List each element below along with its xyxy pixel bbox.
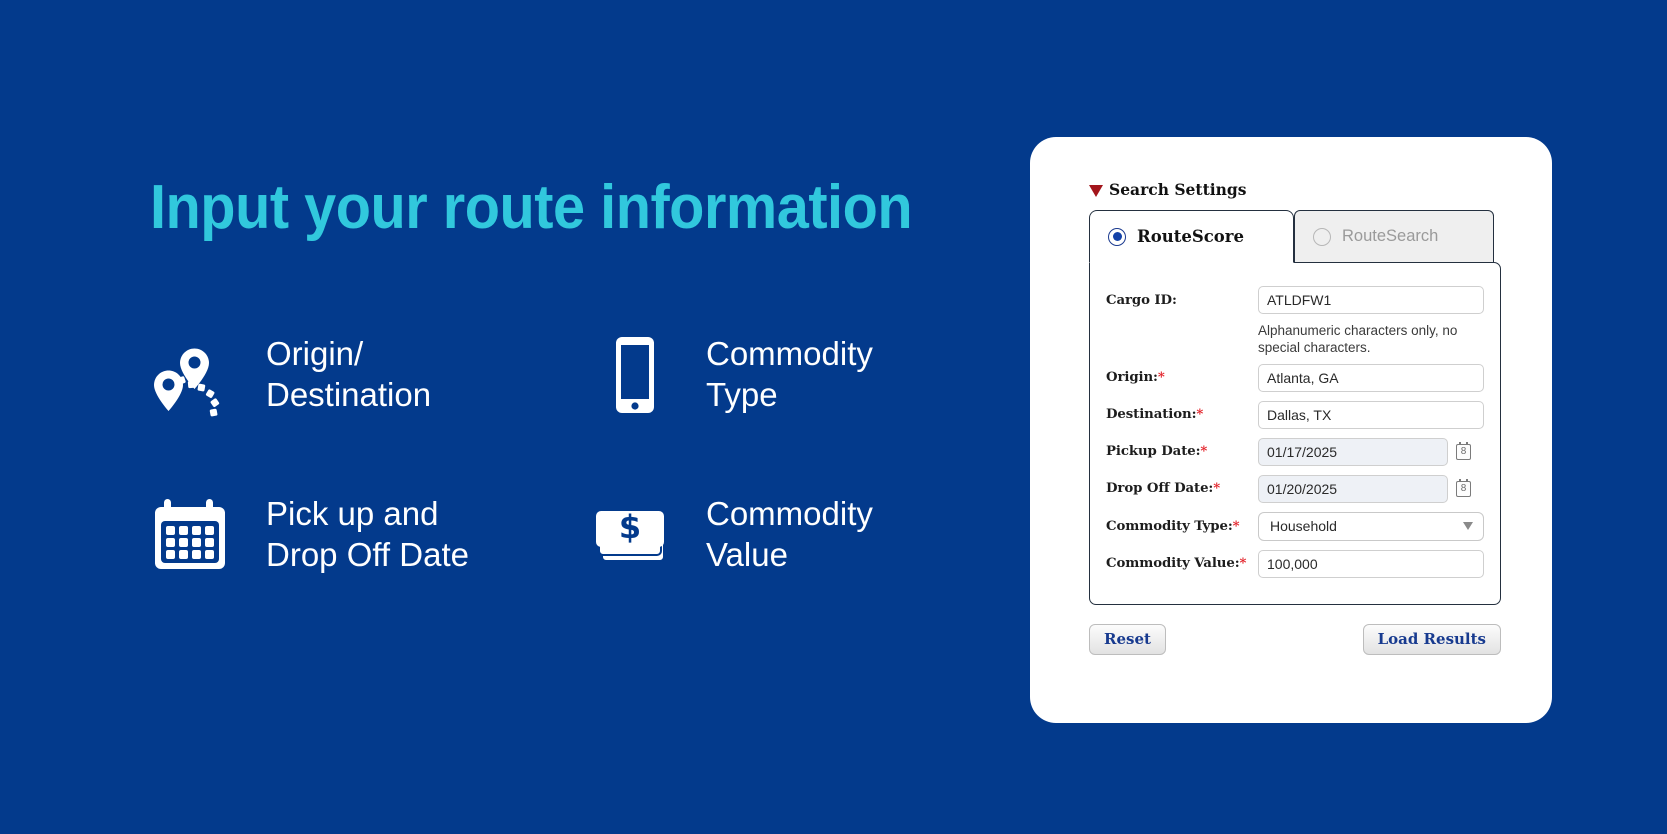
cargo-id-input[interactable] bbox=[1258, 286, 1484, 314]
feature-label: Commodity Type bbox=[706, 335, 873, 413]
pickup-date-input[interactable] bbox=[1258, 437, 1448, 466]
commodity-value-input[interactable] bbox=[1258, 549, 1484, 578]
destination-label: Destination:* bbox=[1106, 407, 1258, 422]
form-actions: Reset Load Results bbox=[1089, 623, 1501, 655]
destination-label-text: Destination: bbox=[1106, 407, 1197, 423]
commodity-value-label: Commodity Value:* bbox=[1106, 556, 1258, 571]
feature-commodity-value: $ Commodity Value bbox=[590, 455, 940, 615]
field-row-origin: Origin:* bbox=[1106, 363, 1484, 392]
search-form-panel: Cargo ID: Alphanumeric characters only, … bbox=[1089, 262, 1501, 605]
page-title: Input your route information bbox=[150, 173, 913, 242]
pickup-date-label: Pickup Date:* bbox=[1106, 444, 1258, 459]
tab-routesearch[interactable]: RouteSearch bbox=[1294, 210, 1494, 263]
calendar-picker-icon[interactable] bbox=[1456, 441, 1471, 460]
required-asterisk: * bbox=[1196, 407, 1204, 423]
feature-origin-destination: Origin/ Destination bbox=[150, 295, 590, 455]
reset-button[interactable]: Reset bbox=[1089, 623, 1166, 655]
tab-label: RouteScore bbox=[1137, 227, 1244, 246]
cargo-id-helper-text: Alphanumeric characters only, no special… bbox=[1258, 323, 1458, 355]
mobile-phone-icon bbox=[590, 325, 680, 425]
radio-unselected-icon[interactable] bbox=[1313, 227, 1331, 246]
commodity-type-select[interactable]: Household bbox=[1258, 511, 1484, 541]
tab-list: RouteScore RouteSearch bbox=[1089, 210, 1501, 263]
commodity-type-value: Household bbox=[1270, 518, 1337, 535]
radio-selected-icon[interactable] bbox=[1108, 227, 1126, 246]
required-asterisk: * bbox=[1157, 370, 1165, 386]
red-triangle-icon[interactable] bbox=[1089, 184, 1103, 197]
tab-label: RouteSearch bbox=[1342, 227, 1439, 245]
field-row-destination: Destination:* bbox=[1106, 400, 1484, 429]
feature-pickup-dropoff-date: Pick up and Drop Off Date bbox=[150, 455, 590, 615]
field-row-dropoff-date: Drop Off Date:* bbox=[1106, 474, 1484, 503]
search-settings-card: Search Settings RouteScore RouteSearch C… bbox=[1030, 137, 1552, 723]
search-settings-header: Search Settings bbox=[1089, 180, 1501, 199]
dropoff-date-label-text: Drop Off Date: bbox=[1106, 481, 1214, 497]
required-asterisk: * bbox=[1239, 556, 1247, 572]
feature-label: Commodity Value bbox=[706, 495, 873, 573]
field-row-commodity-type: Commodity Type:* Household bbox=[1106, 511, 1484, 541]
chevron-down-icon[interactable] bbox=[1463, 522, 1473, 531]
commodity-type-label-text: Commodity Type: bbox=[1106, 518, 1233, 534]
destination-input[interactable] bbox=[1258, 400, 1484, 429]
commodity-type-label: Commodity Type:* bbox=[1106, 519, 1258, 534]
dropoff-date-label: Drop Off Date:* bbox=[1106, 481, 1258, 496]
field-row-pickup-date: Pickup Date:* bbox=[1106, 437, 1484, 466]
section-title: Search Settings bbox=[1109, 180, 1247, 199]
feature-label: Origin/ Destination bbox=[266, 335, 432, 413]
origin-input[interactable] bbox=[1258, 363, 1484, 392]
load-results-button[interactable]: Load Results bbox=[1362, 623, 1501, 655]
route-pins-icon bbox=[150, 325, 240, 425]
svg-text:$: $ bbox=[619, 508, 641, 546]
cargo-id-label: Cargo ID: bbox=[1106, 292, 1177, 308]
origin-label-text: Origin: bbox=[1106, 370, 1158, 386]
feature-label: Pick up and Drop Off Date bbox=[266, 495, 469, 573]
commodity-value-label-text: Commodity Value: bbox=[1106, 556, 1240, 572]
origin-label: Origin:* bbox=[1106, 370, 1258, 385]
field-row-cargo-id: Cargo ID: bbox=[1106, 286, 1484, 314]
calendar-picker-icon[interactable] bbox=[1456, 478, 1471, 497]
feature-commodity-type: Commodity Type bbox=[590, 295, 940, 455]
promo-section: Input your route information Origin/ Des… bbox=[0, 0, 1000, 834]
cash-dollar-icon: $ bbox=[590, 485, 680, 585]
calendar-icon bbox=[150, 485, 240, 585]
required-asterisk: * bbox=[1200, 444, 1208, 460]
required-asterisk: * bbox=[1213, 481, 1221, 497]
feature-list: Origin/ Destination Commodity Type Pick … bbox=[150, 295, 940, 615]
field-row-commodity-value: Commodity Value:* bbox=[1106, 549, 1484, 578]
required-asterisk: * bbox=[1232, 518, 1240, 534]
dropoff-date-input[interactable] bbox=[1258, 474, 1448, 503]
pickup-date-label-text: Pickup Date: bbox=[1106, 444, 1201, 460]
tab-routescore[interactable]: RouteScore bbox=[1089, 210, 1294, 263]
